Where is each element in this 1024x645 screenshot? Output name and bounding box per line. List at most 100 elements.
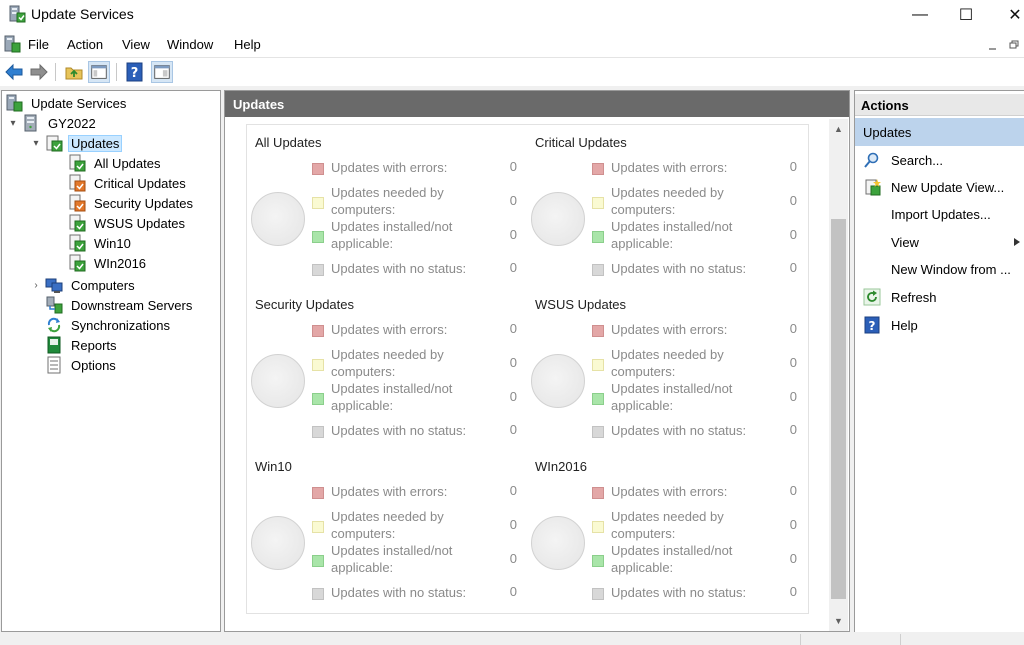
tree-node-security-updates[interactable]: Security Updates	[68, 193, 196, 213]
options-icon	[47, 356, 61, 374]
tree-label: Reports	[71, 337, 117, 353]
needed-swatch	[312, 521, 324, 533]
tree-node-reports[interactable]: Reports	[45, 335, 120, 355]
expand-toggle-icon[interactable]: ›	[31, 275, 41, 295]
action-view[interactable]: View	[855, 230, 1024, 254]
no-status-count: 0	[509, 584, 517, 599]
actions-header: Actions	[855, 94, 1024, 116]
group-title: WIn2016	[535, 459, 588, 474]
needed-count: 0	[509, 355, 517, 370]
installed-swatch	[592, 555, 604, 567]
no-status-swatch	[592, 264, 604, 276]
tree-node-downstream-servers[interactable]: Downstream Servers	[45, 295, 195, 315]
no-status-swatch	[312, 264, 324, 276]
needed-count: 0	[509, 517, 517, 532]
back-arrow-icon[interactable]	[3, 61, 25, 83]
show-hide-tree-icon[interactable]	[88, 61, 110, 83]
needed-swatch	[312, 197, 324, 209]
up-folder-icon[interactable]	[63, 61, 85, 83]
legend-errors-label: Updates with errors:	[611, 484, 728, 499]
tree-node-server[interactable]: GY2022	[22, 113, 99, 133]
errors-count: 0	[509, 321, 517, 336]
close-button[interactable]: ✕	[992, 0, 1024, 30]
tree-node-computers[interactable]: Computers	[45, 275, 138, 295]
errors-swatch	[592, 487, 604, 499]
tree-label: Updates	[68, 134, 123, 152]
installed-swatch	[592, 231, 604, 243]
scrollbar-thumb[interactable]	[831, 219, 846, 599]
child-restore-icon[interactable]	[1005, 36, 1023, 54]
tree-node-updates[interactable]: Updates	[45, 133, 123, 153]
needed-count: 0	[789, 517, 797, 532]
downstream-servers-icon	[46, 296, 63, 314]
toolbar: ?	[0, 57, 1024, 85]
action-new-update-view[interactable]: New Update View...	[855, 175, 1024, 199]
action-help[interactable]: ? Help	[855, 313, 1024, 337]
legend-installed-label: Updates installed/not applicable:	[331, 381, 453, 413]
toolbar-separator	[116, 63, 117, 81]
legend-no-status-label: Updates with no status:	[611, 261, 747, 276]
action-import-updates[interactable]: Import Updates...	[855, 202, 1024, 226]
scroll-up-icon[interactable]: ▲	[829, 121, 848, 137]
minimize-button[interactable]: —	[897, 0, 943, 30]
tree-node-options[interactable]: Options	[45, 355, 119, 375]
installed-count: 0	[789, 227, 797, 242]
action-search[interactable]: Search...	[855, 148, 1024, 172]
legend-installed-label: Updates installed/not applicable:	[331, 219, 453, 251]
needed-count: 0	[789, 193, 797, 208]
tree-node-win2016[interactable]: WIn2016	[68, 253, 149, 273]
updates-icon	[46, 135, 63, 152]
maximize-button[interactable]: ☐	[943, 0, 989, 30]
svg-text:?: ?	[131, 66, 139, 81]
forward-arrow-icon[interactable]	[28, 61, 50, 83]
status-bar-divider	[900, 634, 901, 645]
legend-no-status-label: Updates with no status:	[611, 423, 747, 438]
legend-needed-label: Updates needed by computers:	[331, 185, 444, 217]
installed-count: 0	[509, 389, 517, 404]
no-status-count: 0	[509, 260, 517, 275]
errors-swatch	[312, 487, 324, 499]
help-icon[interactable]: ?	[124, 61, 146, 83]
scroll-down-icon[interactable]: ▼	[829, 613, 848, 629]
legend-needed-label: Updates needed by computers:	[331, 509, 444, 541]
tree-node-update-services[interactable]: Update Services	[5, 93, 129, 113]
critical-update-view-icon	[69, 174, 86, 192]
menu-action[interactable]: Action	[67, 37, 103, 52]
new-update-view-icon	[865, 179, 881, 196]
menu-file[interactable]: File	[28, 37, 49, 52]
actions-section-updates[interactable]: Updates	[855, 118, 1024, 146]
tree-node-synchronizations[interactable]: Synchronizations	[45, 315, 173, 335]
menu-window[interactable]: Window	[167, 37, 213, 52]
menu-help[interactable]: Help	[234, 37, 261, 52]
tree-label: Options	[71, 357, 116, 373]
tree-node-all-updates[interactable]: All Updates	[68, 153, 163, 173]
errors-count: 0	[509, 159, 517, 174]
tree-node-win10[interactable]: Win10	[68, 233, 134, 253]
show-hide-action-pane-icon[interactable]	[151, 61, 173, 83]
group-title: All Updates	[255, 135, 322, 150]
action-new-window[interactable]: New Window from ...	[855, 257, 1024, 281]
tree-node-wsus-updates[interactable]: WSUS Updates	[68, 213, 188, 233]
action-label: New Window from ...	[891, 261, 1011, 277]
no-status-swatch	[592, 588, 604, 600]
vertical-scrollbar[interactable]: ▲ ▼	[829, 119, 848, 631]
no-status-count: 0	[509, 422, 517, 437]
child-window-icon[interactable]	[3, 35, 21, 53]
tree-label: All Updates	[94, 155, 161, 171]
legend-needed-label: Updates needed by computers:	[611, 347, 724, 379]
no-status-swatch	[312, 588, 324, 600]
collapse-toggle-icon[interactable]: ▾	[31, 133, 41, 153]
action-refresh[interactable]: Refresh	[855, 285, 1024, 309]
menu-view[interactable]: View	[122, 37, 150, 52]
svg-text:?: ?	[869, 319, 876, 333]
collapse-toggle-icon[interactable]: ▾	[8, 113, 18, 133]
installed-swatch	[592, 393, 604, 405]
tree-node-critical-updates[interactable]: Critical Updates	[68, 173, 189, 193]
security-update-view-icon	[69, 194, 86, 212]
legend-installed-label: Updates installed/not applicable:	[611, 543, 733, 575]
status-pie-chart	[531, 192, 585, 246]
action-label: New Update View...	[891, 179, 1005, 195]
child-minimize-icon[interactable]	[984, 36, 1002, 54]
help-icon: ?	[864, 316, 880, 334]
needed-count: 0	[789, 355, 797, 370]
